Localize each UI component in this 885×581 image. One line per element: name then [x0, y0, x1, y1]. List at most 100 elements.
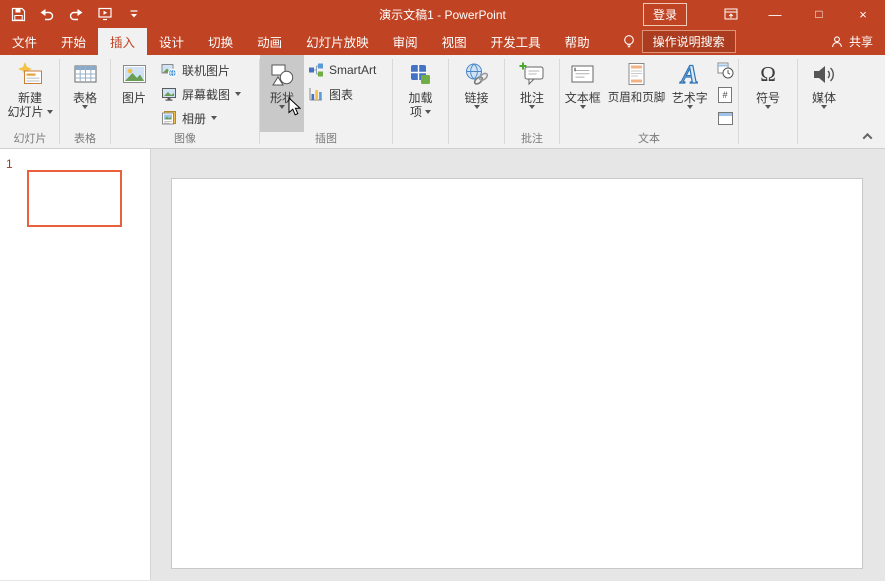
group-tables: 表格 表格 — [60, 55, 110, 148]
comment-label: 批注 — [520, 91, 544, 105]
new-slide-icon — [17, 61, 44, 88]
date-time-button[interactable] — [715, 61, 735, 80]
slide-number-icon: # — [718, 87, 732, 103]
link-button[interactable]: 链接 — [449, 55, 504, 132]
maximize-button[interactable]: □ — [797, 0, 841, 28]
group-label-tables: 表格 — [60, 132, 110, 148]
group-label-media — [798, 132, 850, 148]
start-slideshow-button[interactable] — [97, 6, 113, 22]
dropdown-arrow-icon — [211, 116, 217, 120]
tab-review[interactable]: 审阅 — [381, 28, 430, 55]
media-icon — [811, 61, 838, 88]
group-label-slides: 幻灯片 — [1, 132, 59, 148]
symbol-label: 符号 — [756, 91, 780, 105]
addins-button[interactable]: 加载 项 — [393, 55, 448, 132]
wordart-button[interactable]: A 艺术字 — [667, 55, 712, 132]
chart-button[interactable]: 图表 — [304, 84, 380, 104]
ribbon-display-options-button[interactable] — [709, 0, 753, 28]
object-button[interactable] — [715, 109, 735, 128]
dropdown-arrow-icon — [82, 105, 88, 109]
save-button[interactable] — [10, 6, 26, 22]
redo-icon — [68, 6, 84, 22]
group-label-images: 图像 — [111, 132, 259, 148]
chart-icon — [308, 86, 324, 102]
header-footer-button[interactable]: 页眉和页脚 — [605, 55, 667, 132]
smartart-label: SmartArt — [329, 63, 376, 77]
slide-canvas[interactable] — [171, 178, 863, 569]
group-label-addins — [393, 132, 448, 148]
tell-me-label: 操作说明搜索 — [642, 30, 736, 53]
table-button[interactable]: 表格 — [60, 55, 110, 132]
group-label-comments: 批注 — [505, 132, 559, 148]
group-comments: 批注 批注 — [505, 55, 559, 148]
screenshot-button[interactable]: 屏幕截图 — [157, 84, 245, 104]
slide-thumbnail-panel[interactable]: 1 — [0, 149, 151, 580]
slide-number-label: 1 — [6, 157, 13, 171]
link-icon — [463, 61, 490, 88]
group-text: 文本框 页眉和页脚 A 艺术字 # — [560, 55, 738, 148]
smartart-icon — [308, 62, 324, 78]
save-icon — [11, 7, 26, 22]
group-label-links — [449, 132, 504, 148]
chevron-down-icon — [127, 7, 141, 21]
person-icon — [830, 35, 844, 49]
textbox-label: 文本框 — [565, 91, 601, 105]
slide-number-button[interactable]: # — [715, 85, 735, 104]
tab-home[interactable]: 开始 — [49, 28, 98, 55]
quick-access-toolbar — [0, 6, 142, 22]
shapes-button[interactable]: 形状 — [260, 55, 304, 132]
group-illustrations: 形状 SmartArt 图表 插图 — [260, 55, 392, 148]
omega-icon: Ω — [760, 64, 776, 85]
dropdown-arrow-icon — [580, 105, 586, 109]
titlebar: 演示文稿1 - PowerPoint 登录 — □ × — [0, 0, 885, 28]
group-addins: 加载 项 — [393, 55, 448, 148]
tab-transitions[interactable]: 切换 — [196, 28, 245, 55]
date-time-icon — [717, 62, 734, 79]
login-button[interactable]: 登录 — [643, 3, 687, 26]
tab-animations[interactable]: 动画 — [245, 28, 294, 55]
ribbon-tabs: 文件 开始 插入 设计 切换 动画 幻灯片放映 审阅 视图 开发工具 帮助 操作… — [0, 28, 885, 55]
dropdown-arrow-icon — [529, 105, 535, 109]
chevron-up-icon — [862, 132, 872, 142]
picture-button[interactable]: 图片 — [111, 55, 157, 132]
textbox-button[interactable]: 文本框 — [560, 55, 605, 132]
tab-design[interactable]: 设计 — [147, 28, 196, 55]
picture-label: 图片 — [122, 91, 146, 105]
tab-insert[interactable]: 插入 — [98, 28, 147, 55]
editing-area — [151, 149, 885, 580]
tell-me-search[interactable]: 操作说明搜索 — [622, 28, 736, 55]
slide-thumbnail[interactable] — [27, 170, 122, 227]
ribbon-options-icon — [723, 6, 739, 22]
tab-view[interactable]: 视图 — [430, 28, 479, 55]
close-button[interactable]: × — [841, 0, 885, 28]
smartart-button[interactable]: SmartArt — [304, 60, 380, 80]
tab-slide-show[interactable]: 幻灯片放映 — [294, 28, 381, 55]
tab-developer[interactable]: 开发工具 — [479, 28, 553, 55]
table-icon — [72, 61, 99, 88]
dropdown-arrow-icon — [821, 105, 827, 109]
comment-button[interactable]: 批注 — [505, 55, 559, 132]
dropdown-arrow-icon — [765, 105, 771, 109]
undo-button[interactable] — [39, 6, 55, 22]
header-footer-label: 页眉和页脚 — [608, 91, 666, 105]
object-icon — [718, 112, 733, 125]
tab-file[interactable]: 文件 — [0, 28, 49, 55]
photo-album-button[interactable]: 相册 — [157, 108, 245, 128]
group-label-symbols — [739, 132, 797, 148]
share-button[interactable]: 共享 — [818, 28, 885, 55]
tab-help[interactable]: 帮助 — [553, 28, 602, 55]
shapes-label: 形状 — [270, 91, 294, 105]
redo-button[interactable] — [68, 6, 84, 22]
new-slide-button[interactable]: 新建 幻灯片 — [1, 55, 59, 132]
dropdown-arrow-icon — [279, 105, 285, 109]
group-label-text: 文本 — [560, 132, 738, 148]
qat-customize-button[interactable] — [126, 6, 142, 22]
table-label: 表格 — [73, 91, 97, 105]
online-pictures-button[interactable]: 联机图片 — [157, 60, 245, 80]
minimize-button[interactable]: — — [753, 0, 797, 28]
symbol-button[interactable]: Ω 符号 — [739, 55, 797, 132]
picture-icon — [121, 61, 148, 88]
collapse-ribbon-button[interactable] — [858, 129, 876, 143]
share-label: 共享 — [849, 33, 873, 50]
media-button[interactable]: 媒体 — [798, 55, 850, 132]
